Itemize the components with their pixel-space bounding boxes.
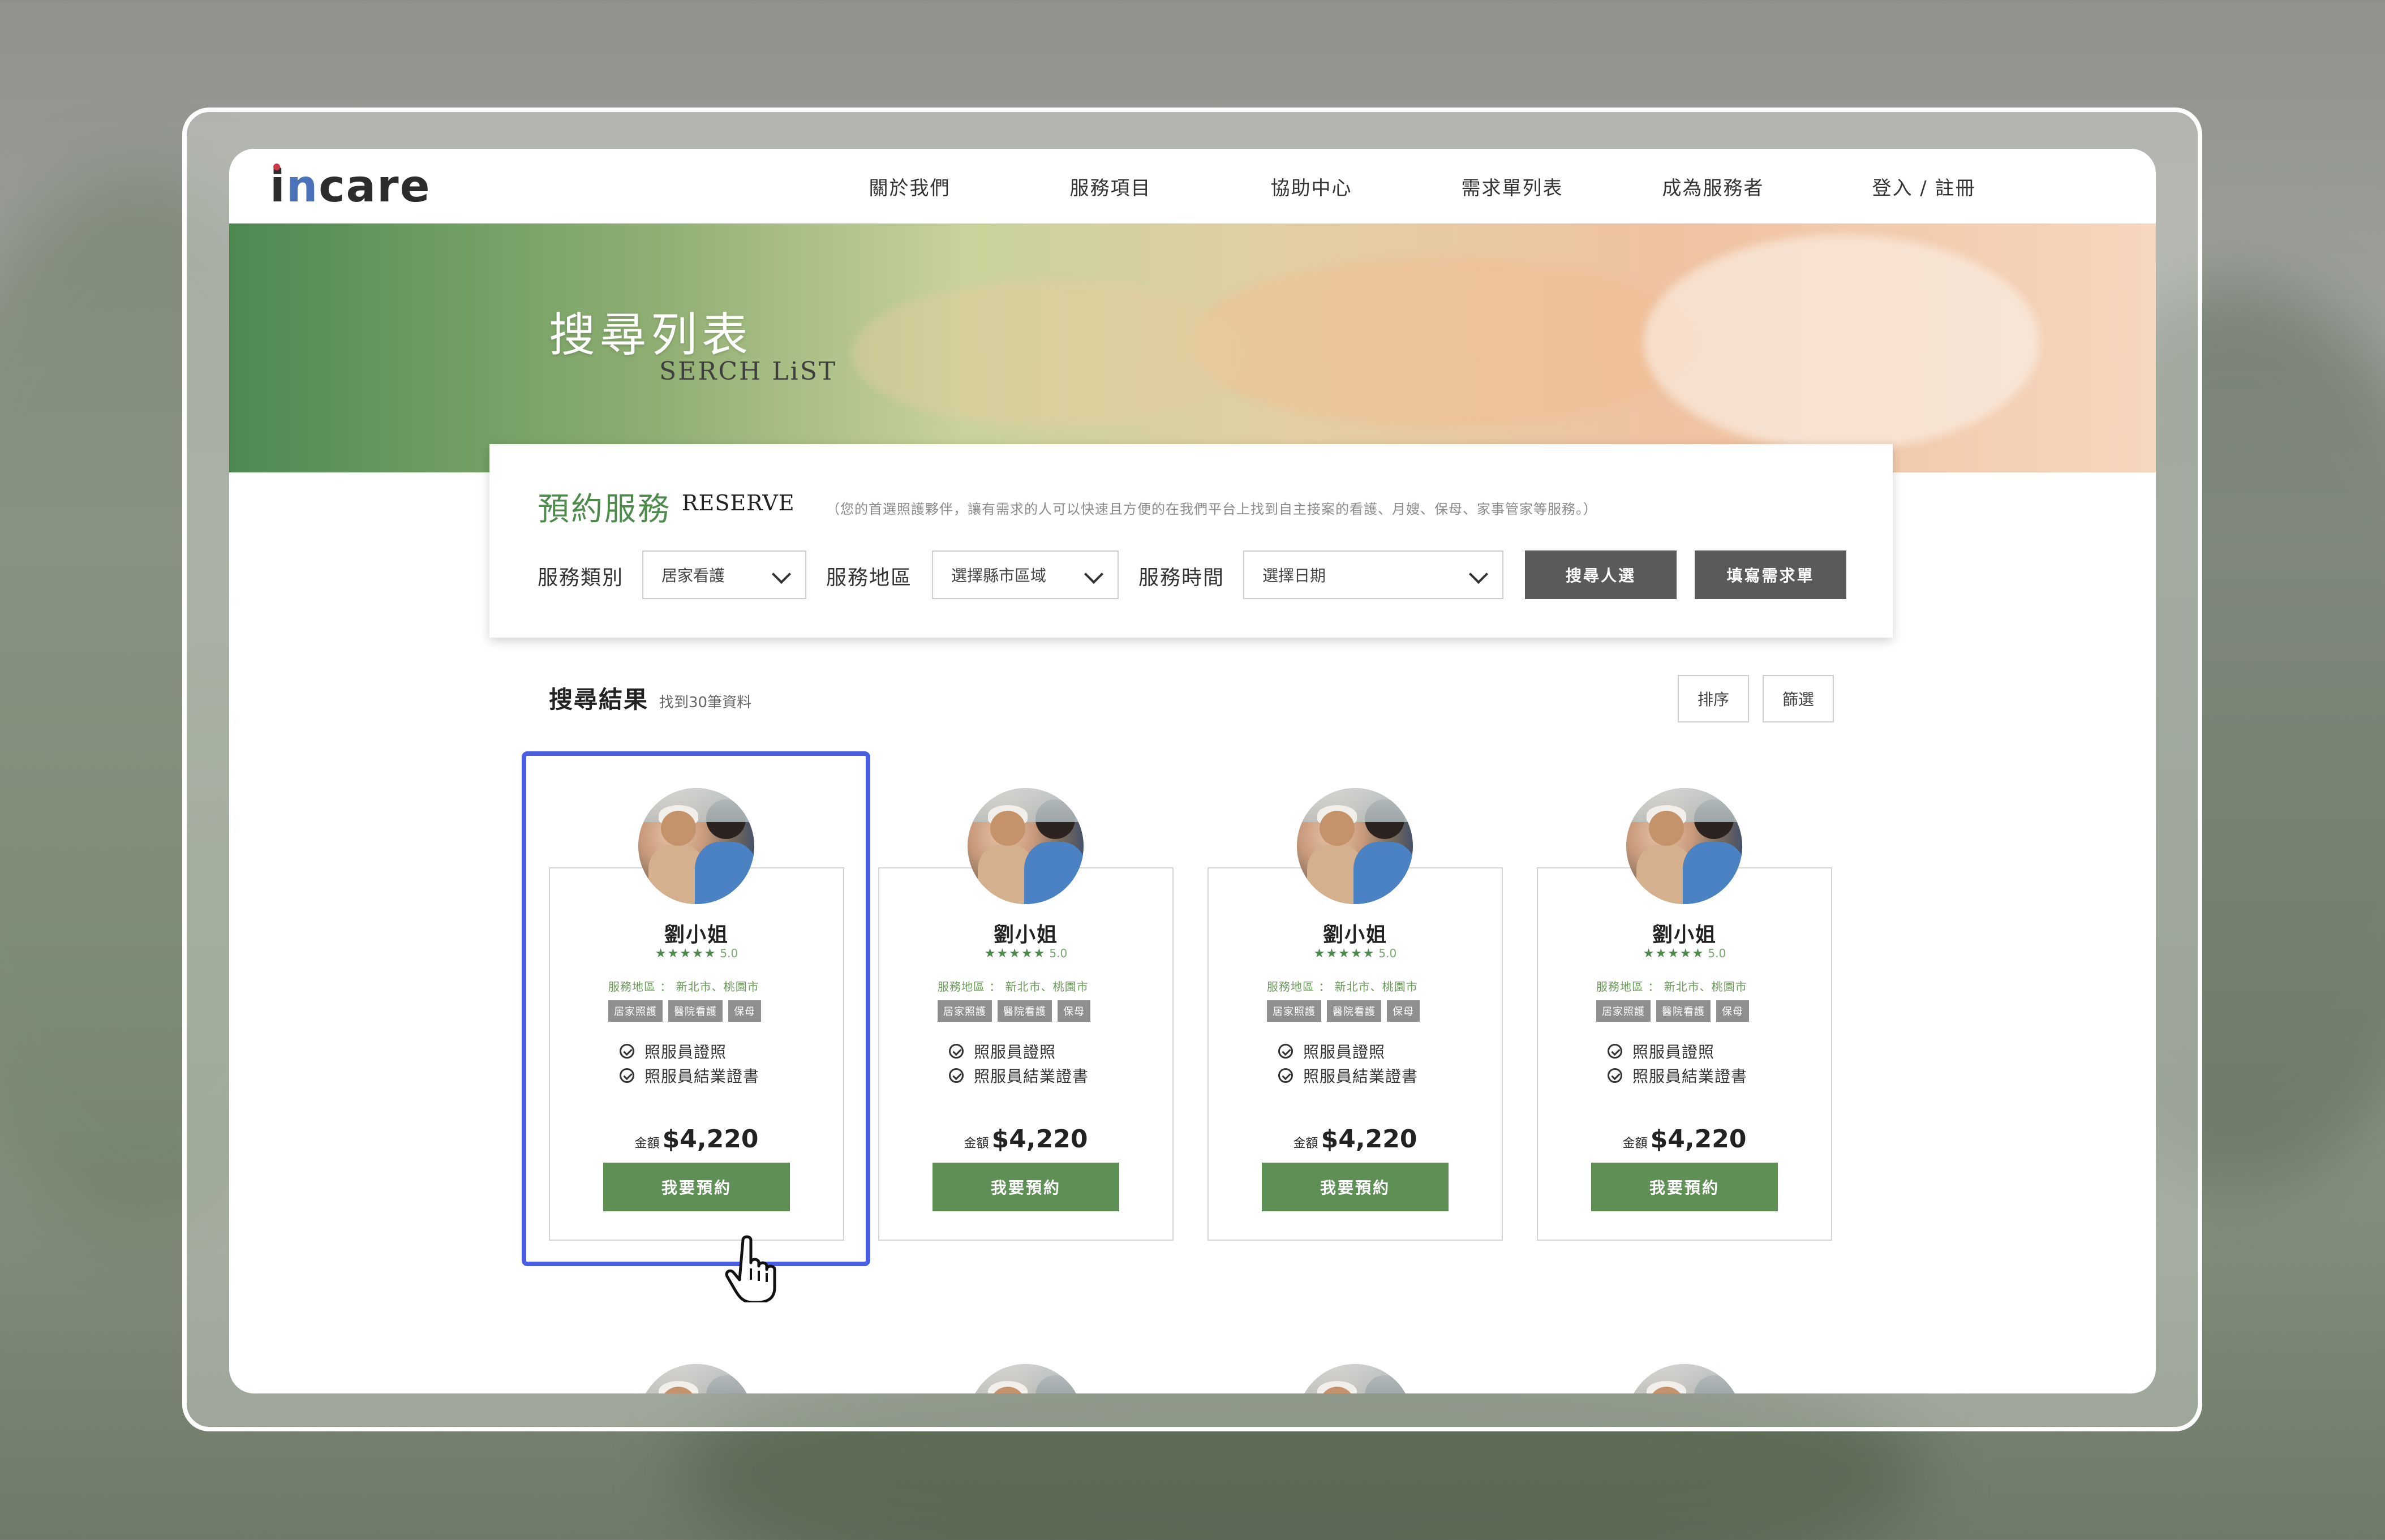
nav-become-provider[interactable]: 成為服務者 xyxy=(1613,173,1814,200)
service-area-text: 服務地區 ： 新北市、桃園市 xyxy=(938,980,1089,993)
caregiver-name: 劉小姐 xyxy=(993,923,1058,947)
top-navigation: in care 關於我們 服務項目 協助中心 需求單列表 成為服務者 登入 / … xyxy=(229,149,2156,223)
selected-card-highlight xyxy=(522,751,870,1266)
tag: 居家照護 xyxy=(1596,1000,1651,1022)
nav-services[interactable]: 服務項目 xyxy=(1010,173,1211,200)
service-time-label: 服務時間 xyxy=(1138,566,1225,590)
tag: 醫院看護 xyxy=(998,1000,1052,1022)
check-circle-icon xyxy=(1278,1044,1293,1059)
hero-banner: 搜尋列表 SERCH LiST xyxy=(229,223,2156,472)
check-circle-icon xyxy=(949,1044,964,1059)
service-tags: 居家照護 醫院看護 保母 xyxy=(1596,1000,1749,1022)
browser-window: in care 關於我們 服務項目 協助中心 需求單列表 成為服務者 登入 / … xyxy=(229,149,2156,1393)
certificate-item: 照服員證照 xyxy=(949,1040,1056,1062)
page-subtitle: SERCH LiST xyxy=(659,357,837,386)
page-title: 搜尋列表 xyxy=(549,308,753,362)
caregiver-avatar xyxy=(1626,1364,1742,1393)
tag: 居家照護 xyxy=(938,1000,992,1022)
hero-photo-shape xyxy=(1191,257,1700,427)
service-tags: 居家照護 醫院看護 保母 xyxy=(1267,1000,1420,1022)
star-rating: ★★★★★ 5.0 xyxy=(984,947,1068,961)
tag: 保母 xyxy=(1058,1000,1090,1022)
nav-about[interactable]: 關於我們 xyxy=(809,173,1010,200)
check-circle-icon xyxy=(1608,1044,1622,1059)
star-rating: ★★★★★ 5.0 xyxy=(1313,947,1397,961)
chevron-down-icon xyxy=(1469,565,1488,584)
service-area-label: 服務地區 xyxy=(826,566,913,590)
star-rating: ★★★★★ 5.0 xyxy=(1643,947,1726,961)
book-now-button[interactable]: 我要預約 xyxy=(1591,1163,1778,1211)
certificate-item: 照服員結業證書 xyxy=(1608,1064,1747,1087)
results-count: 找到30筆資料 xyxy=(659,694,752,711)
caregiver-avatar xyxy=(1297,1364,1413,1393)
service-type-select[interactable]: 居家看護 xyxy=(642,550,806,599)
service-area-text: 服務地區 ： 新北市、桃園市 xyxy=(1596,980,1747,993)
service-area-text: 服務地區 ： 新北市、桃園市 xyxy=(1267,980,1418,993)
fill-request-button[interactable]: 填寫需求單 xyxy=(1695,550,1846,599)
tag: 醫院看護 xyxy=(1327,1000,1381,1022)
hand-pointer-icon xyxy=(725,1235,776,1302)
chevron-down-icon xyxy=(1084,565,1103,584)
caregiver-avatar xyxy=(968,1364,1084,1393)
book-now-button[interactable]: 我要預約 xyxy=(1262,1163,1449,1211)
sort-button[interactable]: 排序 xyxy=(1678,675,1749,722)
price: 金額 $4,220 xyxy=(1622,1125,1747,1154)
price: 金額 $4,220 xyxy=(1293,1125,1417,1154)
reserve-search-panel: 預約服務 RESERVE （您的首選照護夥伴，讓有需求的人可以快速且方便的在我們… xyxy=(489,444,1893,638)
nav-menu: 關於我們 服務項目 協助中心 需求單列表 成為服務者 登入 / 註冊 xyxy=(809,149,2034,223)
check-circle-icon xyxy=(949,1068,964,1083)
caregiver-name: 劉小姐 xyxy=(1652,923,1717,947)
nav-login-register[interactable]: 登入 / 註冊 xyxy=(1814,173,2034,200)
hero-photo-shape xyxy=(1644,235,2040,450)
check-circle-icon xyxy=(1608,1068,1622,1083)
caregiver-avatar xyxy=(638,1364,754,1393)
nav-help-center[interactable]: 協助中心 xyxy=(1211,173,1412,200)
price: 金額 $4,220 xyxy=(964,1125,1088,1154)
incare-logo[interactable]: in care xyxy=(270,161,431,212)
tag: 保母 xyxy=(1387,1000,1420,1022)
search-candidates-button[interactable]: 搜尋人選 xyxy=(1525,550,1677,599)
caregiver-avatar xyxy=(968,788,1084,904)
reserve-title-en: RESERVE xyxy=(682,491,795,515)
results-title: 搜尋結果 xyxy=(549,686,649,713)
certificate-item: 照服員結業證書 xyxy=(1278,1064,1418,1087)
book-now-button[interactable]: 我要預約 xyxy=(932,1163,1119,1211)
caregiver-avatar xyxy=(1297,788,1413,904)
tag: 保母 xyxy=(1716,1000,1749,1022)
hero-photo-shape xyxy=(852,280,1248,427)
tag: 居家照護 xyxy=(1267,1000,1321,1022)
chevron-down-icon xyxy=(772,565,791,584)
certificate-item: 照服員證照 xyxy=(1278,1040,1385,1062)
nav-request-list[interactable]: 需求單列表 xyxy=(1412,173,1613,200)
reserve-note: （您的首選照護夥伴，讓有需求的人可以快速且方便的在我們平台上找到自主接案的看護、… xyxy=(826,501,1597,517)
caregiver-name: 劉小姐 xyxy=(1322,923,1387,947)
filter-button[interactable]: 篩選 xyxy=(1763,675,1834,722)
service-date-select[interactable]: 選擇日期 xyxy=(1243,550,1503,599)
reserve-title: 預約服務 xyxy=(538,491,671,528)
service-type-label: 服務類別 xyxy=(538,566,624,590)
tag: 醫院看護 xyxy=(1656,1000,1711,1022)
check-circle-icon xyxy=(1278,1068,1293,1083)
service-tags: 居家照護 醫院看護 保母 xyxy=(938,1000,1090,1022)
service-area-select[interactable]: 選擇縣市區域 xyxy=(932,550,1119,599)
caregiver-avatar xyxy=(1626,788,1742,904)
certificate-item: 照服員證照 xyxy=(1608,1040,1714,1062)
certificate-item: 照服員結業證書 xyxy=(949,1064,1089,1087)
